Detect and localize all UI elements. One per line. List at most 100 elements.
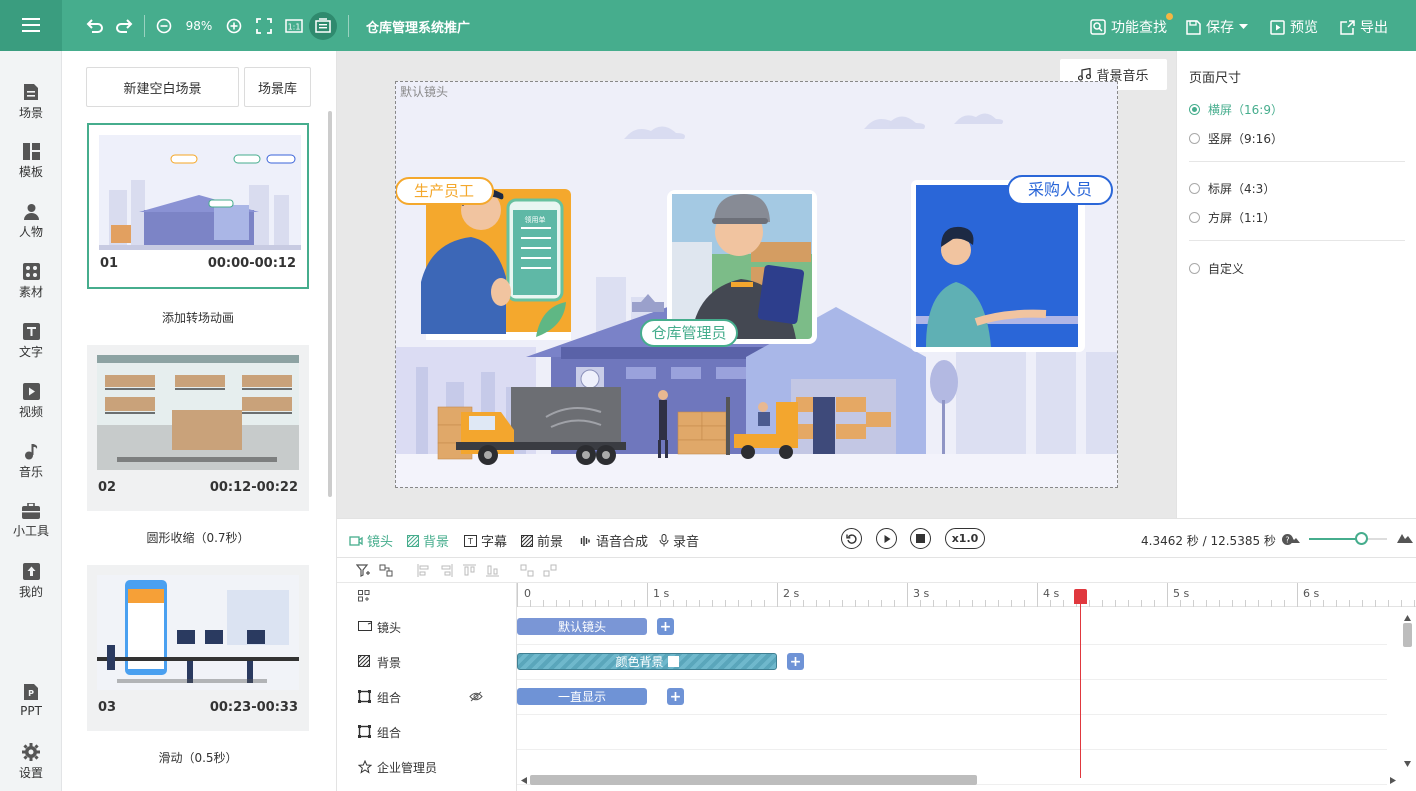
- fullscreen-button[interactable]: [254, 13, 274, 39]
- option-portrait[interactable]: 竖屏（9:16）: [1189, 130, 1283, 147]
- option-square[interactable]: 方屏（1:1）: [1189, 209, 1275, 226]
- eye-hidden-icon[interactable]: [469, 691, 483, 702]
- option-label: 横屏（16:9）: [1208, 103, 1283, 117]
- track-label-group-1[interactable]: 组合: [337, 679, 517, 714]
- tab-recording[interactable]: 录音: [659, 531, 699, 550]
- scene-transition[interactable]: 滑动（0.5秒）: [87, 749, 309, 766]
- nav-item-text[interactable]: 文字: [0, 323, 62, 373]
- timeline-horizontal-scrollbar[interactable]: [530, 775, 977, 785]
- option-landscape[interactable]: 横屏（16:9）: [1189, 101, 1283, 118]
- scroll-left-arrow-icon[interactable]: [521, 777, 527, 784]
- play-button[interactable]: [876, 528, 897, 549]
- scroll-up-arrow-icon[interactable]: [1404, 615, 1411, 621]
- actual-size-button[interactable]: 1:1: [284, 13, 304, 39]
- redo-button[interactable]: [113, 13, 135, 39]
- scene-card-2[interactable]: 02 00:12-00:22: [87, 345, 309, 511]
- align-right-icon[interactable]: [440, 564, 453, 577]
- scene-card-1[interactable]: 01 00:00-00:12: [87, 123, 309, 289]
- feature-search-label: 功能查找: [1111, 20, 1167, 36]
- preview-button[interactable]: 预览: [1270, 17, 1318, 37]
- music-note-icon: [24, 444, 37, 460]
- option-label: 竖屏（9:16）: [1208, 132, 1283, 146]
- nav-item-scenes[interactable]: 场景: [0, 83, 62, 133]
- align-top-icon[interactable]: [463, 564, 476, 577]
- align-left-icon[interactable]: [417, 564, 430, 577]
- track-label-background[interactable]: 背景: [337, 644, 517, 679]
- clip-default-camera[interactable]: 默认镜头: [517, 618, 647, 635]
- track-label-camera[interactable]: 镜头: [337, 609, 517, 644]
- nav-item-music[interactable]: 音乐: [0, 443, 62, 493]
- time-ruler[interactable]: 0 1 s 2 s 3 s 4 s 5 s 6 s: [517, 583, 1416, 607]
- menu-button[interactable]: [0, 0, 62, 51]
- tab-subtitle[interactable]: T 字幕: [464, 531, 507, 550]
- scene-transition[interactable]: 圆形收缩（0.7秒）: [87, 529, 309, 546]
- tab-label: 前景: [537, 535, 564, 550]
- distribute-vertical-icon[interactable]: [543, 564, 557, 577]
- scene-card-3[interactable]: 03 00:23-00:33: [87, 565, 309, 731]
- align-bottom-icon[interactable]: [486, 564, 499, 577]
- layers-icon[interactable]: [358, 590, 370, 602]
- left-nav: 场景 模板 人物 素材 文字 视频 音乐 小工具 我的 P PPT 设置: [0, 51, 62, 791]
- zoom-small-mountain-icon[interactable]: [1288, 535, 1300, 543]
- save-button[interactable]: 保存: [1186, 17, 1248, 37]
- tab-foreground[interactable]: 前景: [521, 531, 563, 550]
- tab-tts[interactable]: 语音合成: [578, 531, 648, 550]
- clip-color-background[interactable]: 颜色背景: [517, 653, 777, 670]
- timeline-vertical-scrollbar[interactable]: [1403, 623, 1412, 647]
- stage-area: 背景音乐 领用单 生产员工 仓库管理员 采购人员 默认镜头: [337, 51, 1176, 518]
- scene-canvas[interactable]: 领用单 生产员工 仓库管理员 采购人员 默认镜头: [395, 81, 1118, 488]
- add-camera-button[interactable]: +: [657, 618, 674, 635]
- nav-item-materials[interactable]: 素材: [0, 263, 62, 313]
- timeline-zoom-slider-handle[interactable]: [1355, 532, 1368, 545]
- stop-button[interactable]: [910, 528, 931, 549]
- worker-tag: 生产员工: [414, 182, 474, 200]
- nav-item-tools[interactable]: 小工具: [0, 503, 62, 553]
- undo-button[interactable]: [84, 13, 106, 39]
- group-icon[interactable]: [379, 564, 393, 577]
- nav-item-templates[interactable]: 模板: [0, 143, 62, 193]
- scroll-right-arrow-icon[interactable]: [1390, 777, 1396, 784]
- zoom-large-mountain-icon[interactable]: [1397, 532, 1413, 543]
- track-label-admin[interactable]: 企业管理员: [337, 749, 517, 784]
- tick-label: 2 s: [783, 587, 800, 600]
- playhead-handle[interactable]: [1074, 589, 1087, 604]
- tab-background[interactable]: 背景: [407, 531, 449, 550]
- new-blank-scene-button[interactable]: 新建空白场景: [86, 67, 239, 107]
- tab-label: 字幕: [481, 535, 508, 550]
- replay-button[interactable]: [841, 528, 862, 549]
- filter-icon[interactable]: [356, 564, 370, 577]
- zoom-in-button[interactable]: [224, 13, 244, 39]
- scene-panel-scrollbar[interactable]: [328, 111, 332, 497]
- clip-always-visible[interactable]: 一直显示: [517, 688, 647, 705]
- add-group-button[interactable]: +: [667, 688, 684, 705]
- scroll-down-arrow-icon[interactable]: [1404, 761, 1411, 767]
- playback-speed[interactable]: x1.0: [945, 528, 985, 549]
- timeline-zoom-slider[interactable]: [1309, 532, 1387, 545]
- track-label-group-2[interactable]: 组合: [337, 714, 517, 749]
- nav-item-ppt[interactable]: P PPT: [0, 683, 62, 733]
- nav-item-video[interactable]: 视频: [0, 383, 62, 433]
- tab-camera[interactable]: 镜头: [349, 531, 393, 550]
- feature-search-button[interactable]: 功能查找: [1090, 13, 1173, 37]
- export-button[interactable]: 导出: [1340, 17, 1388, 37]
- zoom-out-button[interactable]: [154, 13, 174, 39]
- nav-item-characters[interactable]: 人物: [0, 203, 62, 253]
- safe-frame-toggle[interactable]: [309, 12, 337, 40]
- foreground-pattern-icon: [521, 534, 533, 547]
- scene-duration: 00:23-00:33: [209, 700, 298, 715]
- add-background-button[interactable]: +: [787, 653, 804, 670]
- project-title[interactable]: 仓库管理系统推广: [366, 13, 470, 39]
- option-custom[interactable]: 自定义: [1189, 260, 1244, 277]
- scene-number: 02: [98, 480, 117, 495]
- scene-transition[interactable]: 添加转场动画: [87, 309, 309, 326]
- scene-number: 03: [98, 700, 117, 715]
- timeline-tools: [337, 558, 1416, 583]
- option-standard[interactable]: 标屏（4:3）: [1189, 180, 1275, 197]
- distribute-horizontal-icon[interactable]: [520, 564, 534, 577]
- nav-item-settings[interactable]: 设置: [0, 743, 62, 791]
- frame-guide-icon: [315, 18, 331, 33]
- nav-item-mine[interactable]: 我的: [0, 563, 62, 613]
- scene-library-button[interactable]: 场景库: [244, 67, 311, 107]
- timeline-tracks: 镜头 背景 组合 组合 企业管理员 0 1 s 2 s 3 s 4 s 5 s …: [337, 583, 1416, 791]
- fullscreen-icon: [256, 18, 272, 34]
